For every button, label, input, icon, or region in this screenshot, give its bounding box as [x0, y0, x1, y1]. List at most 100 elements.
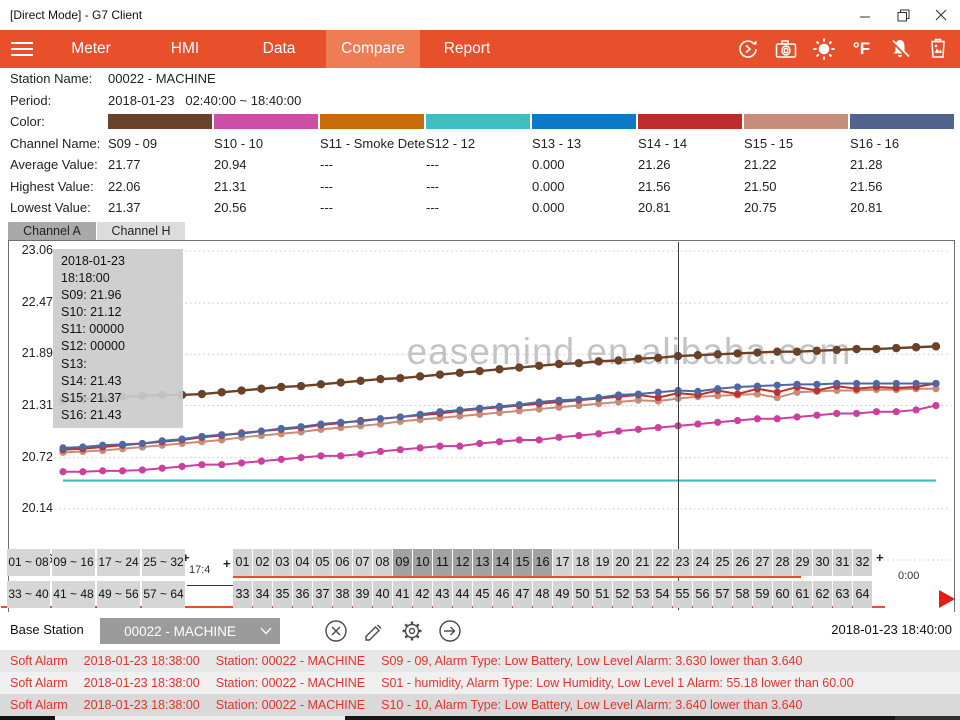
channel-button-36[interactable]: 36: [293, 581, 312, 608]
nav-item-meter[interactable]: Meter: [44, 30, 138, 68]
channel-button-55[interactable]: 55: [673, 581, 692, 608]
menu-icon[interactable]: [0, 30, 44, 68]
channel-button-29[interactable]: 29: [793, 549, 812, 576]
base-station-dropdown[interactable]: 00022 - MACHINE: [100, 618, 280, 644]
channel-button-60[interactable]: 60: [773, 581, 792, 608]
channel-button-24[interactable]: 24: [693, 549, 712, 576]
channel-button-11[interactable]: 11: [433, 549, 452, 576]
channel-button-08[interactable]: 08: [373, 549, 392, 576]
channel-button-06[interactable]: 06: [333, 549, 352, 576]
channel-button-42[interactable]: 42: [413, 581, 432, 608]
channel-button-17[interactable]: 17: [553, 549, 572, 576]
channel-group-button[interactable]: 25 ~ 32: [142, 549, 185, 576]
channel-button-07[interactable]: 07: [353, 549, 372, 576]
channel-button-27[interactable]: 27: [753, 549, 772, 576]
channel-button-46[interactable]: 46: [493, 581, 512, 608]
channel-button-43[interactable]: 43: [433, 581, 452, 608]
channel-group-button[interactable]: 09 ~ 16: [52, 549, 95, 576]
settings-gear-icon[interactable]: [398, 617, 425, 644]
channel-button-10[interactable]: 10: [413, 549, 432, 576]
nav-item-hmi[interactable]: HMI: [138, 30, 232, 68]
channel-group-button[interactable]: 41 ~ 48: [52, 581, 95, 608]
channel-button-38[interactable]: 38: [333, 581, 352, 608]
channel-button-26[interactable]: 26: [733, 549, 752, 576]
channel-button-30[interactable]: 30: [813, 549, 832, 576]
channel-button-28[interactable]: 28: [773, 549, 792, 576]
channel-group-button[interactable]: 57 ~ 64: [142, 581, 185, 608]
zoom-plus-mid[interactable]: +: [223, 556, 231, 571]
channel-button-62[interactable]: 62: [813, 581, 832, 608]
channel-button-50[interactable]: 50: [573, 581, 592, 608]
channel-button-09[interactable]: 09: [393, 549, 412, 576]
brightness-icon[interactable]: [811, 37, 836, 62]
channel-button-16[interactable]: 16: [533, 549, 552, 576]
channel-button-23[interactable]: 23: [673, 549, 692, 576]
channel-button-39[interactable]: 39: [353, 581, 372, 608]
channel-button-51[interactable]: 51: [593, 581, 612, 608]
channel-button-05[interactable]: 05: [313, 549, 332, 576]
camera-icon[interactable]: [773, 37, 798, 62]
channel-button-35[interactable]: 35: [273, 581, 292, 608]
channel-group-button[interactable]: 17 ~ 24: [97, 549, 140, 576]
nav-item-data[interactable]: Data: [232, 30, 326, 68]
restore-button[interactable]: [884, 0, 922, 30]
channel-button-15[interactable]: 15: [513, 549, 532, 576]
channel-button-56[interactable]: 56: [693, 581, 712, 608]
minimize-button[interactable]: [846, 0, 884, 30]
fahrenheit-icon[interactable]: °F: [849, 37, 874, 62]
channel-button-22[interactable]: 22: [653, 549, 672, 576]
channel-button-31[interactable]: 31: [833, 549, 852, 576]
channel-group-button[interactable]: 49 ~ 56: [97, 581, 140, 608]
channel-button-13[interactable]: 13: [473, 549, 492, 576]
tab-channel-h[interactable]: Channel H: [97, 222, 185, 240]
channel-button-03[interactable]: 03: [273, 549, 292, 576]
channel-button-40[interactable]: 40: [373, 581, 392, 608]
channel-button-59[interactable]: 59: [753, 581, 772, 608]
go-export-icon[interactable]: [436, 617, 463, 644]
channel-button-01[interactable]: 01: [233, 549, 252, 576]
channel-button-14[interactable]: 14: [493, 549, 512, 576]
channel-button-33[interactable]: 33: [233, 581, 252, 608]
channel-group-button[interactable]: 33 ~ 40: [7, 581, 50, 608]
channel-button-57[interactable]: 57: [713, 581, 732, 608]
sync-icon[interactable]: [735, 37, 760, 62]
channel-button-58[interactable]: 58: [733, 581, 752, 608]
nav-item-report[interactable]: Report: [420, 30, 514, 68]
alarm-row[interactable]: Soft Alarm2018-01-23 18:38:00Station: 00…: [0, 672, 960, 694]
channel-button-12[interactable]: 12: [453, 549, 472, 576]
channel-button-37[interactable]: 37: [313, 581, 332, 608]
channel-button-44[interactable]: 44: [453, 581, 472, 608]
play-next-icon[interactable]: [939, 590, 955, 608]
channel-button-49[interactable]: 49: [553, 581, 572, 608]
channel-button-04[interactable]: 04: [293, 549, 312, 576]
channel-button-63[interactable]: 63: [833, 581, 852, 608]
channel-button-02[interactable]: 02: [253, 549, 272, 576]
channel-button-19[interactable]: 19: [593, 549, 612, 576]
channel-button-45[interactable]: 45: [473, 581, 492, 608]
alarm-row[interactable]: Soft Alarm2018-01-23 18:38:00Station: 00…: [0, 694, 960, 716]
channel-button-53[interactable]: 53: [633, 581, 652, 608]
channel-button-25[interactable]: 25: [713, 549, 732, 576]
channel-group-button[interactable]: 01 ~ 08: [7, 549, 50, 576]
channel-button-34[interactable]: 34: [253, 581, 272, 608]
channel-button-48[interactable]: 48: [533, 581, 552, 608]
channel-button-64[interactable]: 64: [853, 581, 872, 608]
tab-channel-a[interactable]: Channel A: [8, 222, 96, 240]
image-export-icon[interactable]: [925, 37, 950, 62]
alarm-row[interactable]: Soft Alarm2018-01-23 18:38:00Station: 00…: [0, 650, 960, 672]
channel-button-21[interactable]: 21: [633, 549, 652, 576]
channel-button-52[interactable]: 52: [613, 581, 632, 608]
zoom-plus-right[interactable]: +: [876, 550, 884, 565]
mute-bell-icon[interactable]: [887, 37, 912, 62]
channel-button-32[interactable]: 32: [853, 549, 872, 576]
nav-item-compare[interactable]: Compare: [326, 30, 420, 68]
cancel-icon[interactable]: [322, 617, 349, 644]
channel-button-18[interactable]: 18: [573, 549, 592, 576]
close-button[interactable]: [922, 0, 960, 30]
channel-button-47[interactable]: 47: [513, 581, 532, 608]
channel-button-61[interactable]: 61: [793, 581, 812, 608]
channel-button-41[interactable]: 41: [393, 581, 412, 608]
channel-button-20[interactable]: 20: [613, 549, 632, 576]
channel-button-54[interactable]: 54: [653, 581, 672, 608]
edit-icon[interactable]: [360, 617, 387, 644]
